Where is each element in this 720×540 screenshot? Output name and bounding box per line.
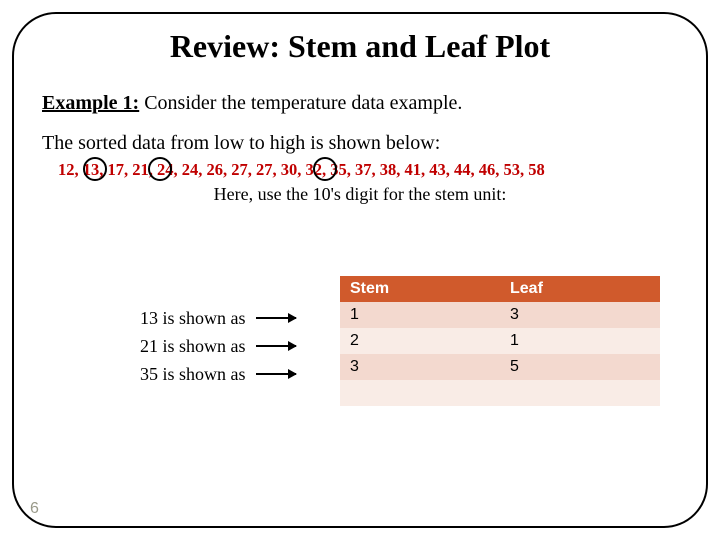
sorted-intro: The sorted data from low to high is show… [42, 132, 440, 155]
table-row: 1 3 [340, 302, 660, 328]
cell-stem [340, 380, 500, 406]
arrow-icon [256, 345, 296, 347]
arrow-icon [256, 317, 296, 319]
shown-row-35: 35 is shown as [140, 360, 306, 388]
shown-text-35: 35 is shown as [140, 360, 246, 388]
shown-text-13: 13 is shown as [140, 304, 246, 332]
data-values: 12, 13, 17, 21, 24, 24, 26, 27, 27, 30, … [58, 160, 545, 180]
cell-leaf: 1 [500, 328, 660, 354]
table-row: 2 1 [340, 328, 660, 354]
header-stem: Stem [340, 276, 500, 302]
slide-frame [12, 12, 708, 528]
example-label: Example 1: [42, 92, 139, 114]
cell-stem: 2 [340, 328, 500, 354]
shown-text-21: 21 is shown as [140, 332, 246, 360]
slide-title: Review: Stem and Leaf Plot [0, 28, 720, 65]
stem-leaf-table: Stem Leaf 1 3 2 1 3 5 [340, 276, 660, 406]
arrow-icon [256, 373, 296, 375]
cell-stem: 3 [340, 354, 500, 380]
table-row: 3 5 [340, 354, 660, 380]
cell-leaf: 5 [500, 354, 660, 380]
circle-13 [83, 157, 107, 181]
stem-instruction: Here, use the 10's digit for the stem un… [0, 184, 720, 205]
cell-leaf: 3 [500, 302, 660, 328]
table-header-row: Stem Leaf [340, 276, 660, 302]
shown-row-13: 13 is shown as [140, 304, 306, 332]
cell-leaf [500, 380, 660, 406]
header-leaf: Leaf [500, 276, 660, 302]
cell-stem: 1 [340, 302, 500, 328]
page-number: 6 [30, 500, 39, 518]
circle-21 [148, 157, 172, 181]
example-line: Example 1: Consider the temperature data… [42, 92, 462, 115]
shown-as-block: 13 is shown as 21 is shown as 35 is show… [140, 304, 306, 388]
shown-row-21: 21 is shown as [140, 332, 306, 360]
example-text: Consider the temperature data example. [139, 92, 462, 114]
slide: Review: Stem and Leaf Plot Example 1: Co… [0, 0, 720, 540]
table-row [340, 380, 660, 406]
circle-35 [313, 157, 337, 181]
